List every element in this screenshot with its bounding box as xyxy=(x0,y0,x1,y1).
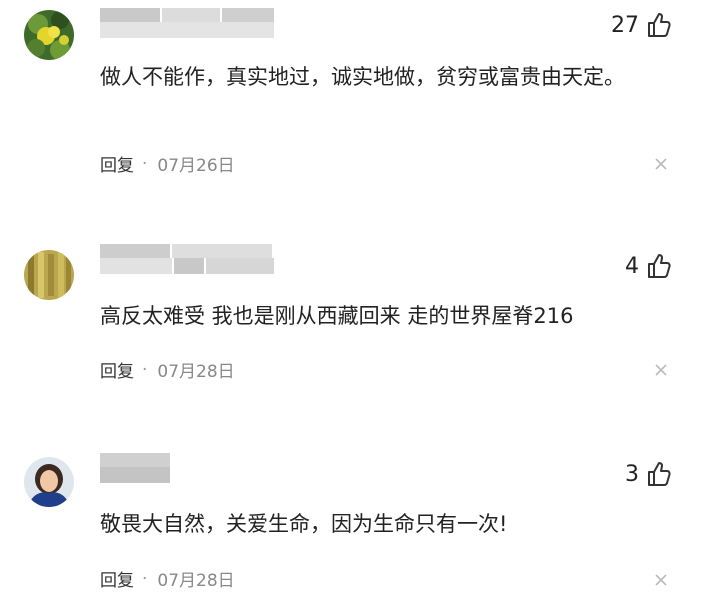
comment-text: 做人不能作，真实地过，诚实地做，贫穷或富贵由天定。 xyxy=(100,65,625,89)
comment-actions: 回复 · 07月26日 xyxy=(100,151,235,177)
comment-date: 07月26日 xyxy=(157,156,235,176)
reply-button[interactable]: 回复 xyxy=(100,357,134,382)
comment-actions: 回复 · 07月28日 xyxy=(100,566,235,592)
thumbs-up-icon xyxy=(648,13,671,37)
separator-dot: · xyxy=(142,568,148,589)
like-count: 27 xyxy=(611,12,639,38)
reply-button[interactable]: 回复 xyxy=(100,151,134,176)
avatar[interactable] xyxy=(24,250,74,300)
username-blurred[interactable] xyxy=(100,244,275,280)
close-icon[interactable] xyxy=(655,364,667,376)
like-count: 4 xyxy=(625,253,639,279)
avatar[interactable] xyxy=(24,457,74,507)
reply-button[interactable]: 回复 xyxy=(100,566,134,591)
thumbs-up-icon xyxy=(648,462,671,486)
avatar[interactable] xyxy=(24,10,74,60)
thumbs-up-icon xyxy=(648,254,671,278)
like-button[interactable]: 27 xyxy=(611,12,671,38)
username-blurred[interactable] xyxy=(100,453,172,489)
separator-dot: · xyxy=(142,153,148,174)
close-icon[interactable] xyxy=(655,158,667,170)
separator-dot: · xyxy=(142,359,148,380)
comment-actions: 回复 · 07月28日 xyxy=(100,357,235,383)
like-button[interactable]: 4 xyxy=(625,253,671,279)
comment-text: 敬畏大自然，关爱生命，因为生命只有一次! xyxy=(100,512,508,536)
like-count: 3 xyxy=(625,461,639,487)
comment-date: 07月28日 xyxy=(157,571,235,591)
username-blurred[interactable] xyxy=(100,8,275,44)
like-button[interactable]: 3 xyxy=(625,461,671,487)
comment-date: 07月28日 xyxy=(157,362,235,382)
comment-text: 高反太难受 我也是刚从西藏回来 走的世界屋脊216 xyxy=(100,304,574,328)
close-icon[interactable] xyxy=(655,574,667,586)
